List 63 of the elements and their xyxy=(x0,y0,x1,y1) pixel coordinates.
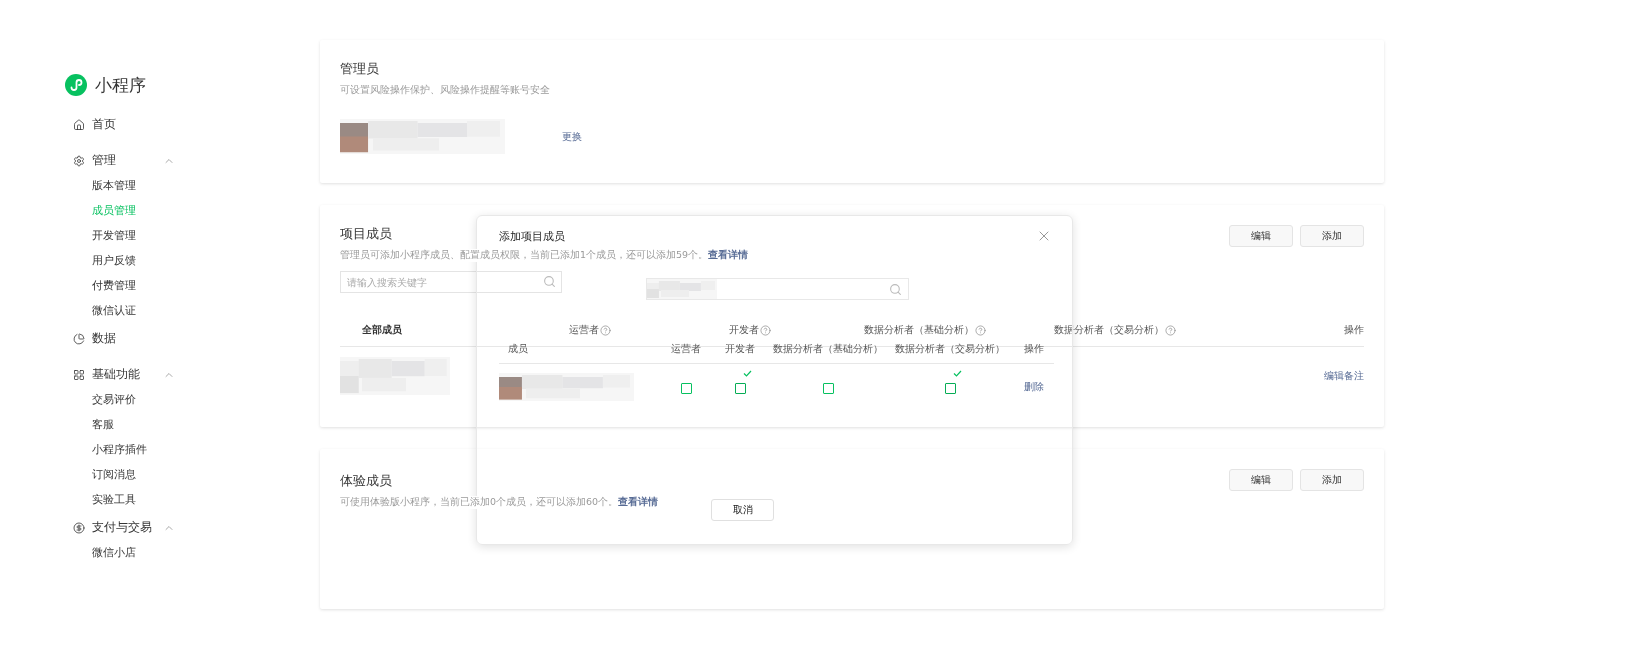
check-icon xyxy=(952,370,962,377)
grid-icon xyxy=(73,368,85,381)
nav-item[interactable]: 微信认证 xyxy=(65,298,200,323)
delete-link[interactable]: 删除 xyxy=(1023,380,1044,394)
dialog-title: 添加项目成员 xyxy=(499,228,565,244)
nav-item[interactable]: 小程序插件 xyxy=(65,437,200,462)
nav-section[interactable]: 基础功能 xyxy=(92,367,156,382)
nav-item[interactable]: 用户反馈 xyxy=(65,248,200,273)
nav-item[interactable]: 交易评价 xyxy=(65,387,200,412)
column-header: 全部成员 xyxy=(361,323,403,337)
pie-chart-icon xyxy=(73,332,85,345)
card-description: 可设置风险操作保护、风险操作提醒等账号安全 xyxy=(340,84,550,97)
nav-item[interactable]: 客服 xyxy=(65,412,200,437)
card-button[interactable]: 添加 xyxy=(1300,469,1364,491)
card-button[interactable]: 添加 xyxy=(1300,225,1364,247)
help-icon[interactable] xyxy=(760,324,771,336)
nav-section[interactable]: 数据 xyxy=(92,331,200,346)
card-description: 管理员可添加小程序成员、配置成员权限，当前已添加1个成员，还可以添加59个。查看详情 xyxy=(340,249,749,262)
nav-section[interactable]: 首页 xyxy=(92,117,200,132)
nav-item[interactable]: 微信小店 xyxy=(65,540,200,565)
role-checkbox[interactable] xyxy=(944,370,963,394)
member-search-field[interactable] xyxy=(646,278,909,300)
card-title: 项目成员 xyxy=(340,225,392,243)
nav-section[interactable]: 管理 xyxy=(92,153,156,168)
check-icon xyxy=(742,370,752,377)
nav-item[interactable]: 开发管理 xyxy=(65,223,200,248)
column-header: 操作 xyxy=(1023,343,1044,356)
column-header: 开发者 xyxy=(680,323,820,337)
details-link[interactable]: 查看详情 xyxy=(708,249,749,260)
card-button[interactable]: 编辑 xyxy=(1229,225,1293,247)
column-header: 操作 xyxy=(1343,323,1364,337)
column-header: 运营者 xyxy=(500,323,680,337)
column-header: 数据分析者（交易分析） xyxy=(895,343,1005,356)
nav-item[interactable]: 版本管理 xyxy=(65,173,200,198)
change-link[interactable]: 更换 xyxy=(562,129,582,144)
column-header: 开发者 xyxy=(725,343,755,356)
search-icon xyxy=(543,275,556,288)
card-title: 管理员 xyxy=(340,60,379,78)
column-header: 数据分析者（基础分析） xyxy=(773,343,883,356)
app-name: 小程序 xyxy=(95,73,146,97)
card-button[interactable]: 编辑 xyxy=(1229,469,1293,491)
nav-item[interactable]: 付费管理 xyxy=(65,273,200,298)
card-description: 可使用体验版小程序，当前已添加0个成员，还可以添加60个。查看详情 xyxy=(340,496,659,509)
role-checkbox[interactable] xyxy=(734,370,753,394)
details-link[interactable]: 查看详情 xyxy=(618,496,659,507)
nav-section[interactable]: 支付与交易 xyxy=(92,520,156,535)
nav-item[interactable]: 实验工具 xyxy=(65,487,200,512)
column-header: 数据分析者（基础分析） xyxy=(820,323,1030,337)
settings-icon xyxy=(73,154,85,167)
search-field[interactable]: 请输入搜索关键字 xyxy=(340,271,562,293)
logo-icon xyxy=(65,74,87,96)
nav-item[interactable]: 订阅消息 xyxy=(65,462,200,487)
column-header: 成员 xyxy=(507,343,528,356)
help-icon[interactable] xyxy=(1165,324,1176,336)
cancel-button[interactable]: 取消 xyxy=(711,499,774,521)
coin-icon xyxy=(73,521,85,534)
card-title: 体验成员 xyxy=(340,472,392,490)
edit-note-link[interactable]: 编辑备注 xyxy=(1324,368,1364,383)
help-icon[interactable] xyxy=(600,324,611,336)
home-icon xyxy=(73,118,85,131)
column-header: 运营者 xyxy=(671,343,701,356)
help-icon[interactable] xyxy=(975,324,986,336)
search-icon xyxy=(889,282,902,296)
